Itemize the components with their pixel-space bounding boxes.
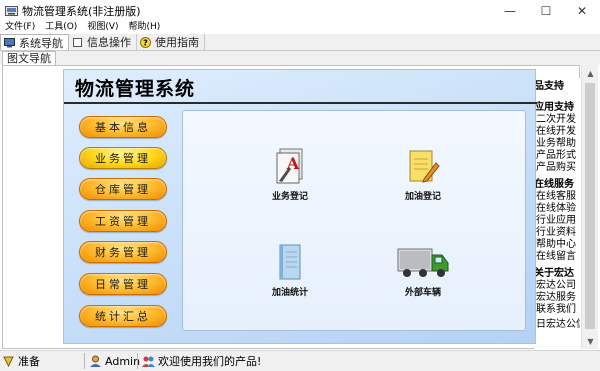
toolbar-tabs: 系统导航 信息操作 ? 使用指南: [0, 34, 600, 51]
tab-graphic-navigation[interactable]: 图文导航: [2, 51, 56, 65]
nav-button-statistics[interactable]: 统计汇总: [79, 305, 167, 327]
window-title: 物流管理系统(非注册版): [22, 4, 141, 18]
status-bar: 准备 Admin 欢迎使用我们的产品!: [0, 350, 600, 371]
support-section-title: 在线服务: [534, 179, 574, 190]
scroll-up-icon[interactable]: ▲: [582, 65, 599, 81]
sub-tab-bar: 图文导航: [0, 51, 600, 65]
support-section-title: 应用支持: [534, 102, 574, 113]
tab-system-navigation[interactable]: 系统导航: [0, 34, 69, 50]
notepad-pencil-icon: [409, 150, 440, 183]
menu-tools[interactable]: 工具(O): [40, 21, 82, 34]
support-link[interactable]: 业务帮助: [534, 138, 580, 150]
support-link[interactable]: 在线开发: [534, 126, 580, 138]
support-link[interactable]: 宏达公司: [534, 280, 580, 292]
system-title: 物流管理系统: [75, 78, 196, 100]
menu-help[interactable]: 帮助(H): [124, 21, 166, 34]
support-link[interactable]: 宏达服务: [534, 292, 580, 304]
support-link[interactable]: 行业应用: [534, 215, 580, 227]
function-label: 加油统计: [271, 288, 308, 298]
people-group-icon: [142, 355, 155, 368]
support-link[interactable]: 产品购买: [534, 162, 580, 174]
support-link[interactable]: 在线体验: [534, 203, 580, 215]
function-business-registration[interactable]: A 业务登记: [245, 145, 335, 202]
status-ready-pane: 准备: [0, 353, 84, 370]
function-fuel-registration[interactable]: 加油登记: [378, 145, 468, 202]
nav-button-salary[interactable]: 工资管理: [79, 210, 167, 232]
nav-button-daily[interactable]: 日常管理: [79, 273, 167, 295]
support-section-title: 关于宏达: [534, 268, 574, 279]
close-button[interactable]: ✕: [564, 0, 600, 21]
function-panel: A 业务登记 加油登记 加油统计 外部车辆: [182, 110, 526, 331]
scroll-down-icon[interactable]: ▼: [582, 333, 599, 349]
navigation-monitor-icon: [4, 37, 15, 48]
function-fuel-statistics[interactable]: 加油统计: [245, 241, 335, 298]
maximize-button[interactable]: ☐: [528, 0, 564, 21]
app-logo-icon: [4, 4, 18, 18]
menu-file[interactable]: 文件(F): [0, 21, 40, 34]
menu-bar: 文件(F) 工具(O) 视图(V) 帮助(H): [0, 21, 600, 34]
title-bar: 物流管理系统(非注册版) — ☐ ✕: [0, 0, 600, 21]
support-link[interactable]: 在线留言: [534, 251, 580, 263]
tab-label: 信息操作: [87, 36, 131, 49]
nav-button-basic-info[interactable]: 基本信息: [79, 116, 167, 138]
tab-user-guide[interactable]: ? 使用指南: [137, 34, 205, 50]
status-welcome-text: 欢迎使用我们的产品!: [158, 355, 262, 368]
navigation-frame: 物流管理系统 基本信息 业务管理 仓库管理 工资管理 财务管理 日常管理 统计汇…: [63, 69, 537, 344]
nav-button-warehouse[interactable]: 仓库管理: [79, 178, 167, 200]
status-ready-text: 准备: [18, 355, 40, 368]
function-label: 外部车辆: [404, 288, 441, 298]
tab-label: 使用指南: [155, 36, 199, 49]
title-divider: [64, 102, 537, 104]
nav-button-business[interactable]: 业务管理: [79, 147, 167, 169]
status-welcome-pane: 欢迎使用我们的产品!: [138, 353, 261, 370]
user-icon: [89, 355, 102, 368]
svg-text:?: ?: [143, 38, 148, 47]
function-label: 加油登记: [404, 192, 441, 202]
notebook-icon: [279, 244, 301, 280]
minimize-button[interactable]: —: [492, 0, 528, 21]
font-document-icon: A: [276, 148, 303, 184]
scrollbar-thumb[interactable]: [585, 83, 595, 329]
support-cut-off-text: 日宏达公信: [536, 319, 580, 330]
support-link[interactable]: 帮助中心: [534, 239, 580, 251]
tab-info-operation[interactable]: 信息操作: [69, 34, 137, 50]
support-link[interactable]: 在线客服: [534, 191, 580, 203]
arrow-down-icon: [2, 355, 15, 368]
support-link[interactable]: 联系我们: [534, 304, 580, 316]
support-link[interactable]: 产品形式: [534, 150, 580, 162]
status-user-pane: Admin: [85, 353, 141, 370]
nav-button-finance[interactable]: 财务管理: [79, 241, 167, 263]
support-link[interactable]: 行业资料: [534, 227, 580, 239]
function-external-vehicles[interactable]: 外部车辆: [378, 241, 468, 298]
support-link[interactable]: 二次开发: [534, 114, 580, 126]
menu-view[interactable]: 视图(V): [82, 21, 123, 34]
truck-icon: [397, 248, 449, 277]
help-question-icon: ?: [140, 36, 151, 48]
status-user-text: Admin: [105, 354, 141, 368]
support-heading: 品支持: [534, 81, 564, 92]
info-square-icon: [72, 37, 83, 48]
support-panel: 品支持 应用支持 二次开发 在线开发 业务帮助 产品形式 产品购买 在线服务 在…: [534, 78, 580, 350]
vertical-scrollbar[interactable]: ▲ ▼: [581, 65, 598, 349]
function-label: 业务登记: [271, 192, 308, 202]
tab-label: 系统导航: [19, 36, 63, 50]
